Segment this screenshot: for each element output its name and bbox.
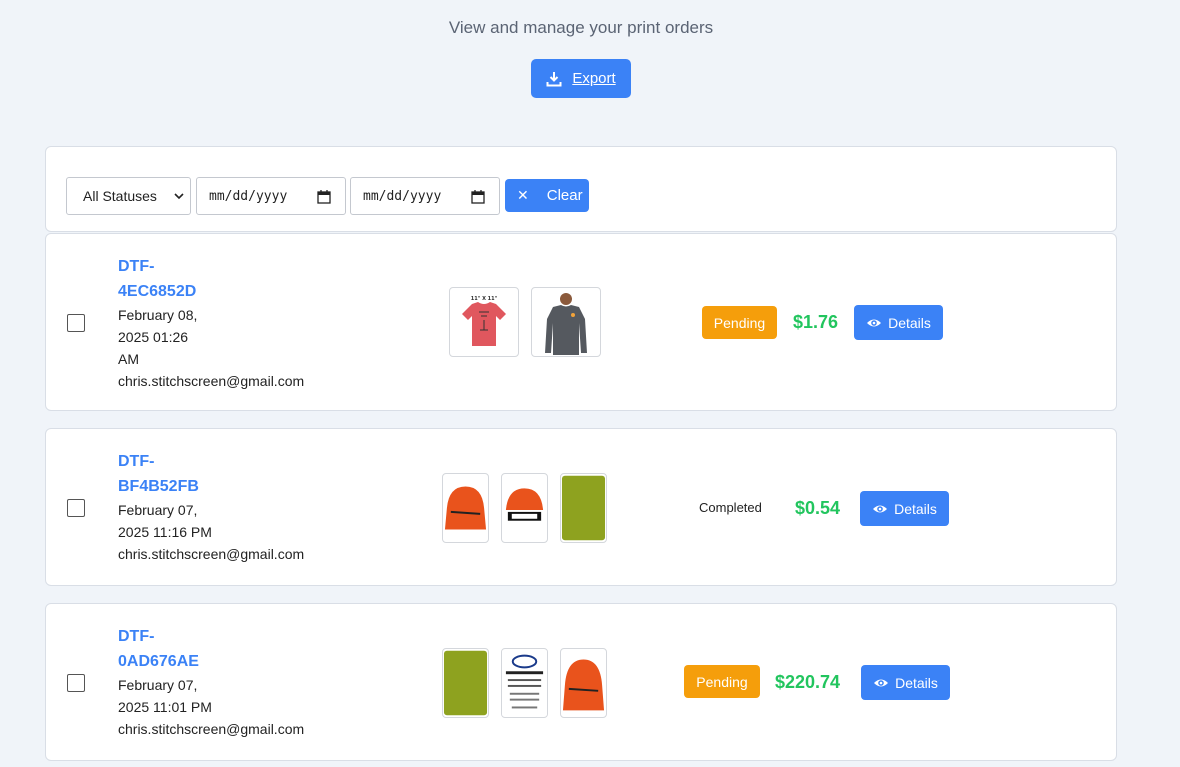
- orange-cap-image[interactable]: [442, 473, 489, 543]
- date-from-placeholder: mm/dd/yyyy: [209, 188, 288, 204]
- order-date: 2025 11:01 PM: [118, 699, 212, 715]
- calendar-icon[interactable]: [471, 189, 485, 204]
- order-info: DTF- 0AD676AE February 07, 2025 11:01 PM…: [118, 624, 333, 740]
- gray-longsleeve-image[interactable]: [531, 287, 601, 357]
- customer-email: chris.stitchscreen@gmail.com: [118, 721, 305, 737]
- order-row: DTF- 4EC6852D February 08, 2025 01:26 AM…: [45, 233, 1117, 411]
- customer-email: chris.stitchscreen@gmail.com: [118, 373, 305, 389]
- order-price: $220.74: [775, 672, 841, 692]
- olive-fabric-image[interactable]: [560, 473, 607, 543]
- details-label: Details: [894, 500, 937, 517]
- order-info: DTF- BF4B52FB February 07, 2025 11:16 PM…: [118, 449, 333, 565]
- order-date: AM: [118, 351, 139, 367]
- orange-cap-back-image[interactable]: [501, 473, 548, 543]
- close-icon: ✕: [517, 187, 529, 203]
- design-engine-logo-image[interactable]: [501, 648, 548, 718]
- order-id[interactable]: DTF-: [118, 254, 333, 279]
- date-to-placeholder: mm/dd/yyyy: [363, 188, 442, 204]
- details-button[interactable]: Details: [854, 305, 943, 340]
- order-date: February 07,: [118, 502, 198, 518]
- order-id[interactable]: 0AD676AE: [118, 649, 333, 674]
- calendar-icon[interactable]: [317, 189, 331, 204]
- eye-icon: [873, 505, 888, 512]
- red-tshirt-image[interactable]: 11" X 11": [449, 287, 519, 357]
- export-label: Export: [572, 70, 616, 87]
- order-price: $0.54: [795, 498, 841, 518]
- status-badge: Pending: [684, 665, 760, 698]
- order-row: DTF- BF4B52FB February 07, 2025 11:16 PM…: [45, 428, 1117, 586]
- date-to-input[interactable]: mm/dd/yyyy: [350, 177, 500, 215]
- orange-cap-image[interactable]: [560, 648, 607, 718]
- download-icon: [546, 71, 562, 86]
- customer-email: chris.stitchscreen@gmail.com: [118, 546, 305, 562]
- status-badge: Pending: [702, 306, 777, 339]
- filter-bar: All Statuses mm/dd/yyyy mm/dd/yyyy ✕ Cle…: [45, 146, 1117, 232]
- details-label: Details: [888, 314, 931, 331]
- details-button[interactable]: Details: [861, 665, 950, 700]
- eye-icon: [874, 679, 889, 686]
- order-select-checkbox[interactable]: [67, 314, 85, 332]
- order-date: 2025 11:16 PM: [118, 524, 212, 540]
- order-id[interactable]: BF4B52FB: [118, 474, 333, 499]
- order-date: February 07,: [118, 677, 198, 693]
- svg-text:11" X 11": 11" X 11": [471, 296, 498, 302]
- status-text: Completed: [699, 500, 762, 515]
- order-id[interactable]: DTF-: [118, 624, 333, 649]
- order-id[interactable]: DTF-: [118, 449, 333, 474]
- clear-filters-button[interactable]: ✕ Clear: [505, 179, 589, 212]
- chevron-down-icon: [174, 193, 184, 200]
- details-button[interactable]: Details: [860, 491, 949, 526]
- date-from-input[interactable]: mm/dd/yyyy: [196, 177, 346, 215]
- order-select-checkbox[interactable]: [67, 674, 85, 692]
- export-button[interactable]: Export: [531, 59, 631, 98]
- clear-label: Clear: [546, 187, 583, 204]
- status-select-value: All Statuses: [83, 188, 157, 204]
- order-id[interactable]: 4EC6852D: [118, 279, 333, 304]
- order-date: 2025 01:26: [118, 329, 189, 345]
- details-label: Details: [895, 674, 938, 691]
- order-info: DTF- 4EC6852D February 08, 2025 01:26 AM…: [118, 254, 333, 392]
- eye-icon: [867, 319, 882, 326]
- order-date: February 08,: [118, 307, 198, 323]
- status-select[interactable]: All Statuses: [66, 177, 191, 215]
- olive-fabric-image[interactable]: [442, 648, 489, 718]
- order-select-checkbox[interactable]: [67, 499, 85, 517]
- page-subtitle: View and manage your print orders: [448, 18, 714, 37]
- order-price: $1.76: [793, 312, 839, 332]
- order-row: DTF- 0AD676AE February 07, 2025 11:01 PM…: [45, 603, 1117, 761]
